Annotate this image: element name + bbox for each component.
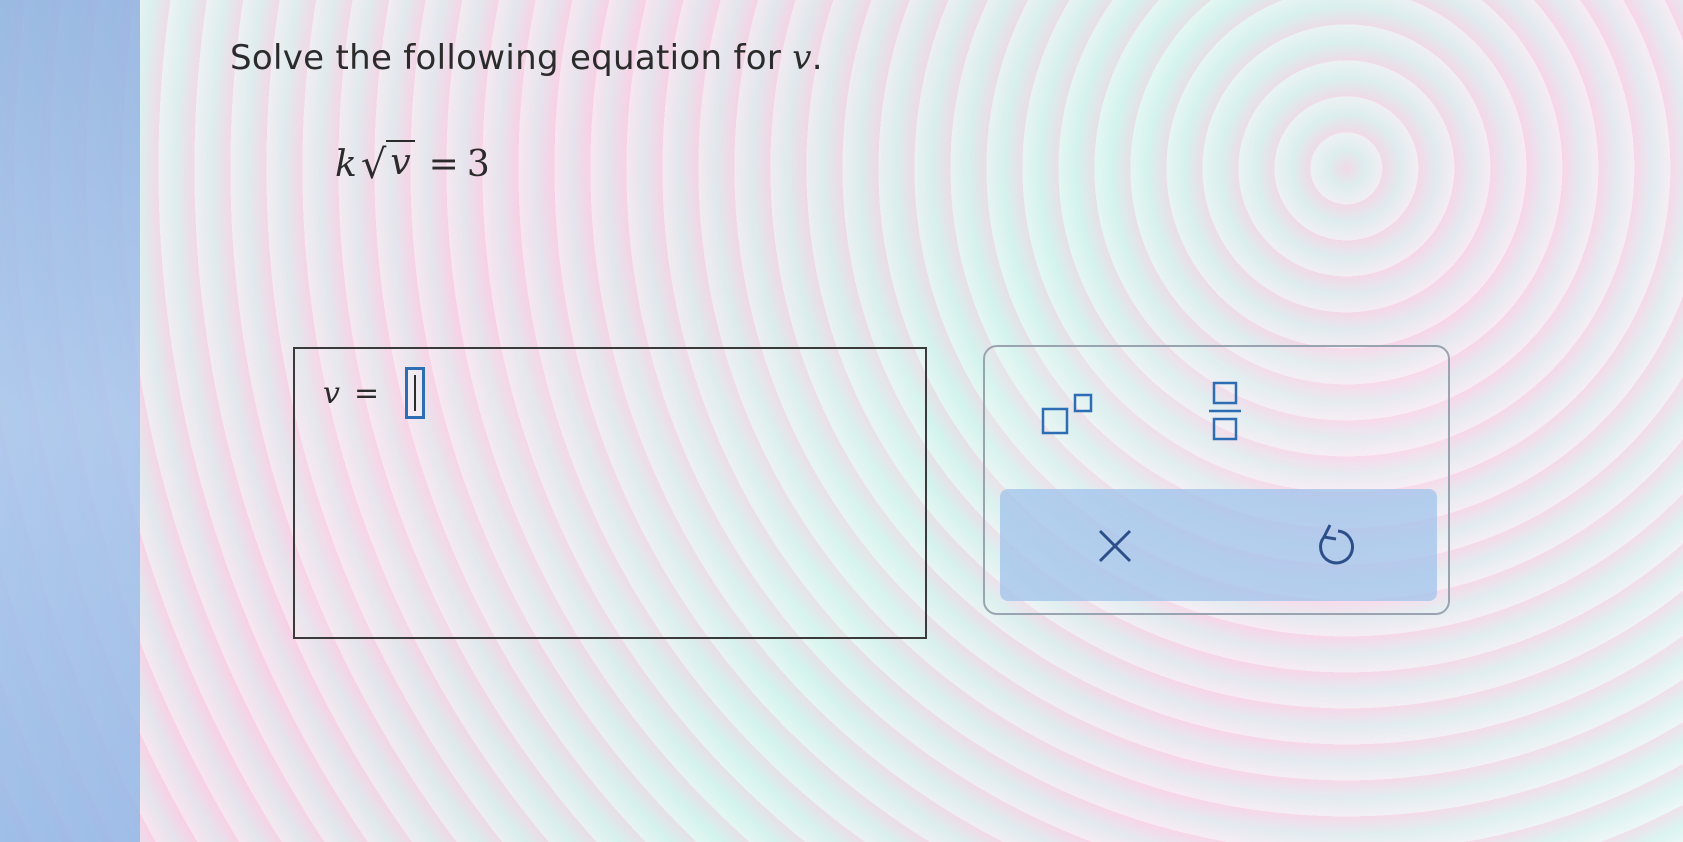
answer-lhs: v: [323, 375, 340, 411]
equation-radicand: v: [386, 140, 415, 183]
action-bar: [1000, 489, 1437, 601]
prompt-period: .: [811, 38, 823, 78]
answer-equals: =: [353, 375, 380, 411]
superscript-button[interactable]: [1035, 387, 1115, 447]
math-toolbox: [983, 345, 1450, 615]
equation-coefficient: k: [335, 144, 357, 185]
superscript-icon: [1041, 393, 1093, 435]
given-equation: k √ v = 3: [335, 140, 490, 185]
equation-rhs: 3: [466, 144, 490, 185]
square-root: √ v: [361, 140, 415, 185]
answer-area[interactable]: v =: [293, 347, 927, 639]
undo-icon: [1319, 524, 1355, 565]
prompt-variable: v: [792, 38, 812, 78]
prompt-text: Solve the following equation for: [230, 38, 782, 78]
fraction-icon: [1209, 381, 1241, 441]
answer-input[interactable]: [405, 367, 426, 419]
background-left-strip: [0, 0, 140, 842]
answer-row: v =: [323, 367, 426, 419]
radical-sign-icon: √: [360, 142, 387, 188]
equation-equals: =: [428, 144, 459, 185]
question-prompt: Solve the following equation for v.: [230, 38, 823, 78]
undo-button[interactable]: [1300, 517, 1370, 577]
close-icon: [1098, 529, 1132, 563]
fraction-button[interactable]: [1185, 377, 1265, 447]
clear-button[interactable]: [1080, 517, 1150, 577]
